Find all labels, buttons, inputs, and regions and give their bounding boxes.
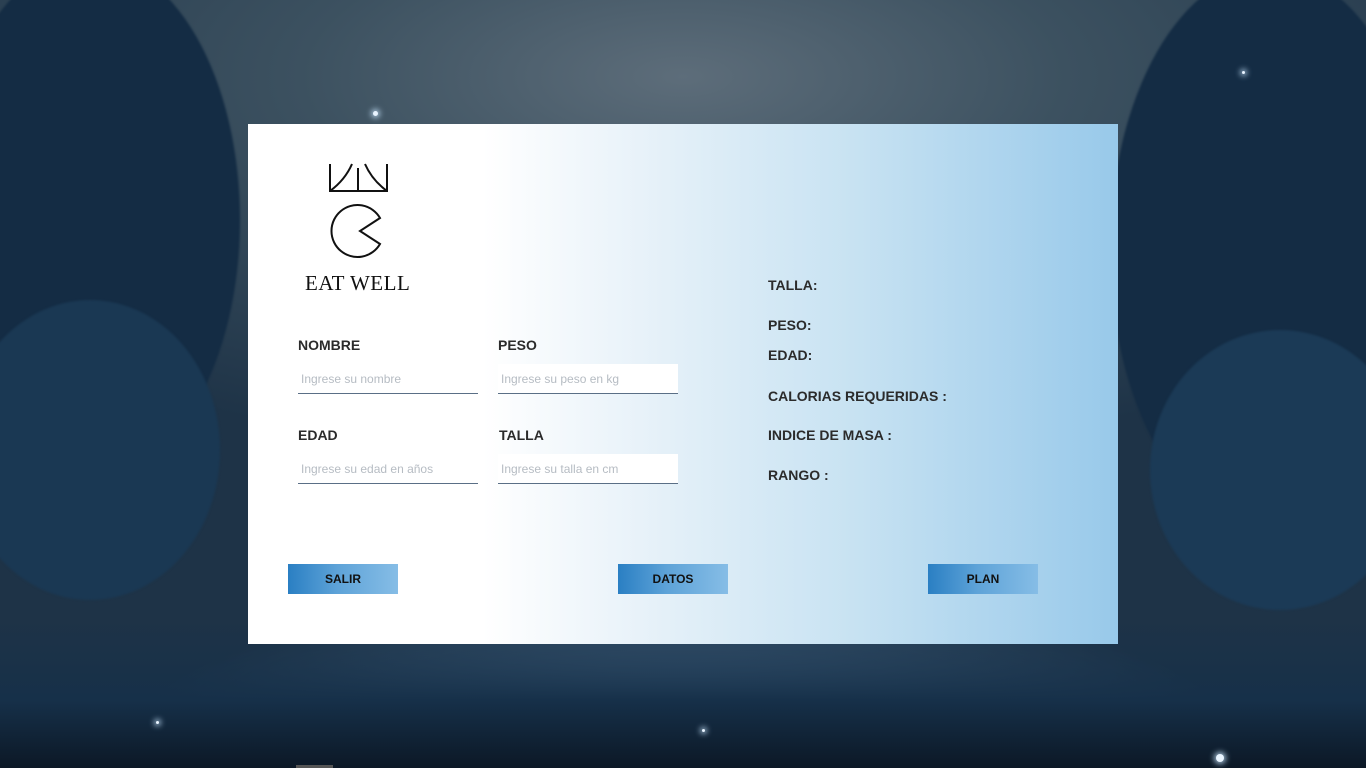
firefly (1242, 71, 1245, 74)
nombre-input[interactable] (298, 364, 478, 394)
firefly (702, 729, 705, 732)
firefly (1216, 754, 1224, 762)
datos-button[interactable]: DATOS (618, 564, 728, 594)
result-edad-label: EDAD: (768, 347, 813, 363)
result-rango-label: RANGO : (768, 467, 829, 483)
peso-input[interactable] (498, 364, 678, 394)
logo-text: EAT WELL (305, 271, 411, 295)
edad-label: EDAD (298, 427, 338, 443)
result-peso-label: PESO: (768, 317, 812, 333)
result-calorias-label: CALORIAS REQUERIDAS : (768, 388, 947, 404)
nombre-label: NOMBRE (298, 337, 361, 353)
salir-button[interactable]: SALIR (288, 564, 398, 594)
result-talla-label: TALLA: (768, 277, 818, 293)
firefly (373, 111, 378, 116)
result-indice-label: INDICE DE MASA : (768, 427, 892, 443)
talla-label: TALLA (499, 427, 544, 443)
talla-input[interactable] (498, 454, 678, 484)
edad-input[interactable] (298, 454, 478, 484)
plan-button[interactable]: PLAN (928, 564, 1038, 594)
firefly (156, 721, 159, 724)
peso-label: PESO (498, 337, 537, 353)
